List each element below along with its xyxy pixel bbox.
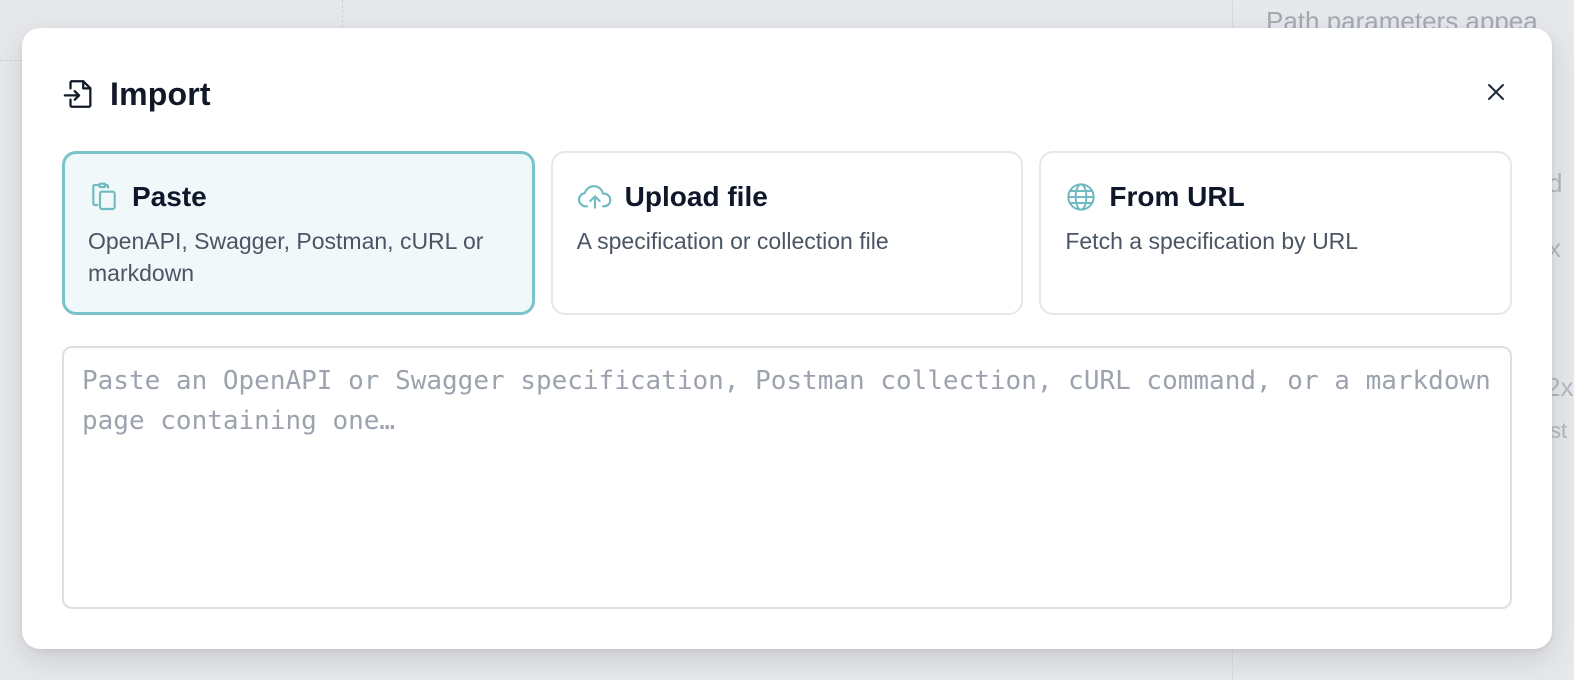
- import-dialog: Import Paste OpenAPI, Swagger, Postman, …: [22, 28, 1552, 649]
- background-divider: [0, 60, 22, 61]
- option-label: Paste: [132, 181, 207, 212]
- clipboard-icon: [88, 181, 120, 213]
- option-upload-file[interactable]: Upload file A specification or collectio…: [550, 151, 1024, 315]
- option-description: Fetch a specification by URL: [1065, 228, 1359, 254]
- option-label: Upload file: [624, 181, 768, 212]
- close-icon: [1484, 80, 1508, 109]
- option-header: Paste: [88, 179, 509, 215]
- option-header: Upload file: [577, 179, 998, 215]
- option-from-url[interactable]: From URL Fetch a specification by URL: [1039, 151, 1513, 315]
- dialog-header: Import: [62, 76, 1512, 112]
- option-header: From URL: [1065, 179, 1486, 215]
- background-fragment: st: [1550, 418, 1568, 443]
- import-source-options: Paste OpenAPI, Swagger, Postman, cURL or…: [62, 151, 1513, 315]
- globe-icon: [1065, 181, 1097, 213]
- paste-input[interactable]: [62, 346, 1512, 609]
- option-label: From URL: [1109, 181, 1245, 212]
- close-button[interactable]: [1478, 76, 1514, 112]
- background-divider: [342, 0, 343, 28]
- option-description: OpenAPI, Swagger, Postman, cURL or markd…: [88, 228, 484, 286]
- cloud-upload-icon: [577, 181, 613, 213]
- dialog-title: Import: [110, 75, 211, 112]
- option-paste[interactable]: Paste OpenAPI, Swagger, Postman, cURL or…: [62, 151, 535, 315]
- file-import-icon: [62, 77, 96, 111]
- option-description: A specification or collection file: [576, 228, 889, 254]
